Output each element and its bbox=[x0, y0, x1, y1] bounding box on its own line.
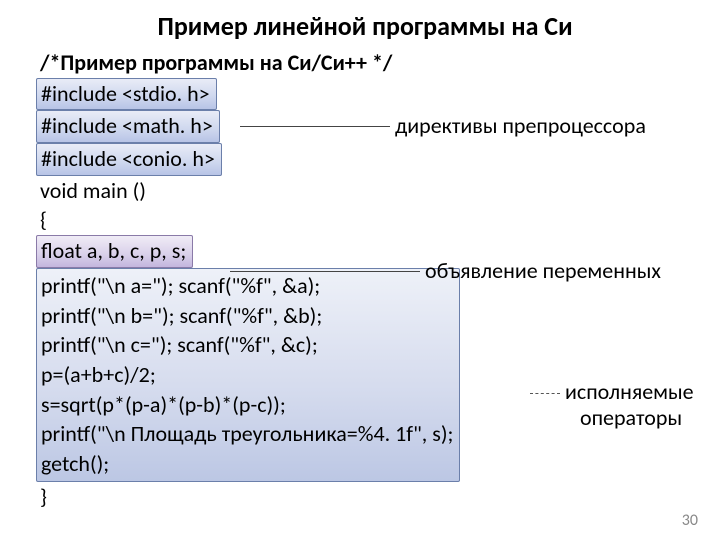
code-getch: getch(); bbox=[41, 449, 453, 479]
include-highlight-1: #include <stdio. h> bbox=[36, 78, 217, 111]
exec-block: printf("\n a="); scanf("%f", &a); printf… bbox=[40, 268, 690, 482]
code-main: void main () bbox=[40, 176, 690, 206]
code-brace-open: { bbox=[40, 205, 690, 235]
label-decl: объявление переменных bbox=[425, 257, 661, 284]
code-s-calc: s=sqrt(p*(p-a)*(p-b)*(p-c)); bbox=[41, 390, 453, 420]
label-exec-1: исполняемые bbox=[565, 378, 694, 405]
connector-decl bbox=[230, 271, 420, 272]
code-include-1: #include <stdio. h> bbox=[40, 78, 690, 111]
include-highlight-2: #include <math. h> bbox=[36, 110, 220, 143]
code-comment: /*Пример программы на Си/Си++ */ bbox=[40, 48, 690, 78]
slide: Пример линейной программы на Си /*Пример… bbox=[0, 0, 720, 540]
code-printf-a: printf("\n a="); scanf("%f", &a); bbox=[41, 271, 453, 301]
code-p-calc: p=(a+b+c)/2; bbox=[41, 360, 453, 390]
label-preproc: директивы препроцессора bbox=[395, 112, 646, 139]
decl-highlight: float a, b, c, p, s; bbox=[36, 235, 193, 268]
include-highlight-3: #include <conio. h> bbox=[36, 143, 222, 176]
slide-title: Пример линейной программы на Си bbox=[40, 10, 690, 42]
exec-highlight: printf("\n a="); scanf("%f", &a); printf… bbox=[36, 268, 460, 482]
label-exec-2: операторы bbox=[580, 404, 682, 431]
connector-exec bbox=[530, 393, 560, 394]
code-include-3: #include <conio. h> bbox=[40, 143, 690, 176]
code-printf-b: printf("\n b="); scanf("%f", &b); bbox=[41, 301, 453, 331]
code-printf-out: printf("\n Площадь треугольника=%4. 1f",… bbox=[41, 419, 453, 449]
code-brace-close: } bbox=[40, 482, 690, 512]
code-printf-c: printf("\n c="); scanf("%f", &c); bbox=[41, 330, 453, 360]
connector-preproc bbox=[240, 126, 390, 127]
page-number: 30 bbox=[682, 511, 698, 530]
